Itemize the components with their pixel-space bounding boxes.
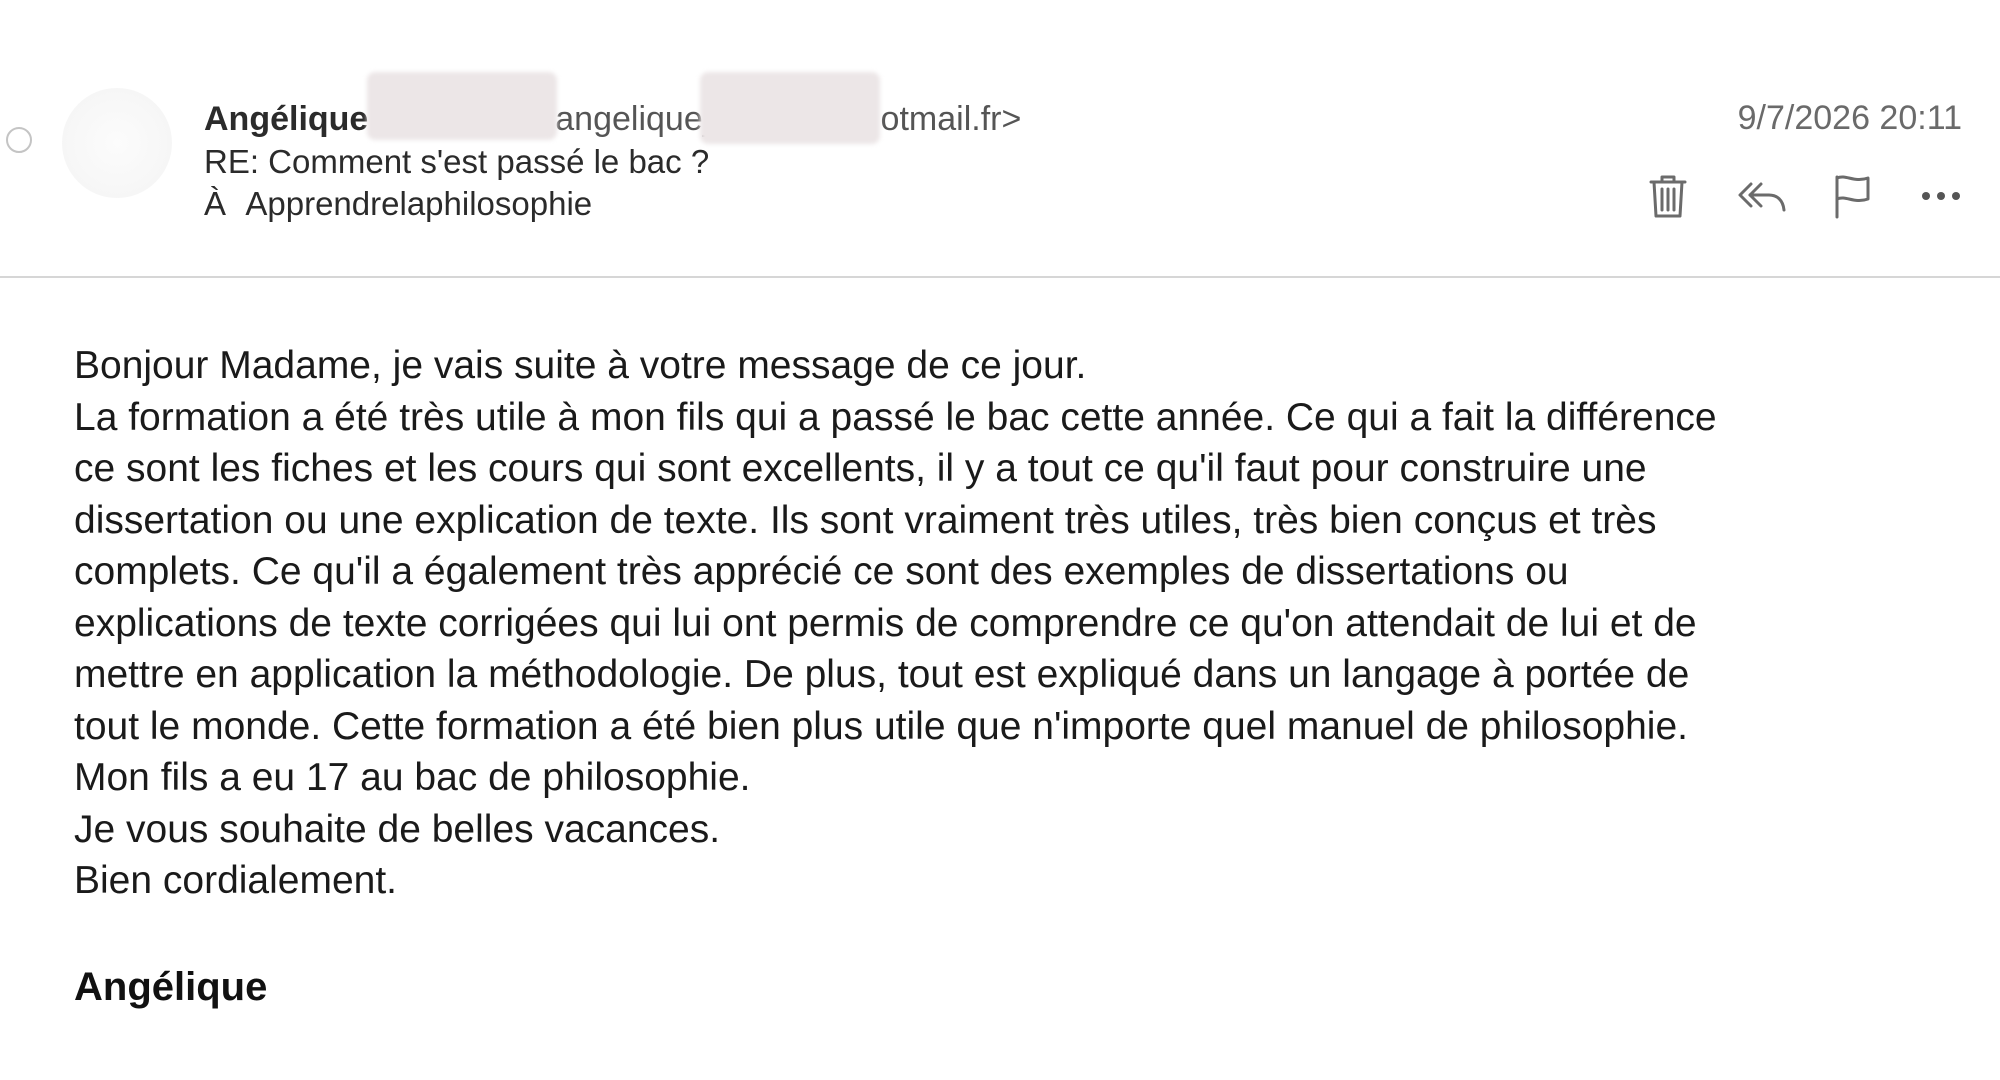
closing-line: Bien cordialement. bbox=[74, 859, 398, 902]
trash-icon bbox=[1648, 173, 1688, 219]
subject: RE: Comment s'est passé le bac ? bbox=[204, 143, 710, 180]
from-line: Angélique angelique_ otmail.fr> bbox=[204, 98, 1021, 140]
to-label: À bbox=[204, 185, 227, 222]
body-line: explications de texte corrigées qui lui … bbox=[74, 601, 1697, 645]
reply-all-icon bbox=[1737, 178, 1787, 214]
wishes-line: Je vous souhaite de belles vacances. bbox=[74, 807, 721, 851]
body-line: ce sont les fiches et les cours qui sont… bbox=[74, 447, 1647, 490]
signature: Angélique bbox=[74, 965, 268, 1009]
reply-all-button[interactable] bbox=[1732, 168, 1792, 224]
sender-address[interactable]: angelique_ bbox=[555, 100, 721, 138]
body-line: La formation a été très utile à mon fils… bbox=[74, 395, 1717, 439]
redaction-block bbox=[367, 72, 557, 140]
recipient-name[interactable]: Apprendrelaphilosophie bbox=[245, 185, 592, 222]
result-line: Mon fils a eu 17 au bac de philosophie. bbox=[74, 756, 751, 799]
recipient-line: À Apprendrelaphilosophie bbox=[204, 184, 592, 224]
body-line: dissertation ou une explication de texte… bbox=[74, 498, 1657, 542]
more-icon bbox=[1921, 191, 1961, 201]
redaction-block bbox=[700, 72, 880, 144]
more-button[interactable] bbox=[1913, 168, 1969, 224]
body-line: mettre en application la méthodologie. D… bbox=[74, 653, 1690, 696]
sender-address-tail: otmail.fr> bbox=[880, 100, 1022, 138]
sender-name[interactable]: Angélique bbox=[204, 100, 368, 138]
message-header: Angélique angelique_ otmail.fr> RE: Comm… bbox=[0, 0, 2000, 278]
avatar bbox=[62, 88, 172, 198]
flag-button[interactable] bbox=[1824, 168, 1880, 224]
message-body: Bonjour Madame, je vais suite à votre me… bbox=[74, 340, 1934, 907]
greeting: Bonjour Madame, je vais suite à votre me… bbox=[74, 344, 1087, 387]
body-line: tout le monde. Cette formation a été bie… bbox=[74, 704, 1688, 748]
flag-icon bbox=[1832, 173, 1872, 219]
message-date: 9/7/2026 20:11 bbox=[1737, 99, 1962, 137]
body-line: complets. Ce qu'il a également très appr… bbox=[74, 550, 1569, 593]
delete-button[interactable] bbox=[1640, 168, 1696, 224]
select-message-radio[interactable] bbox=[6, 127, 32, 153]
